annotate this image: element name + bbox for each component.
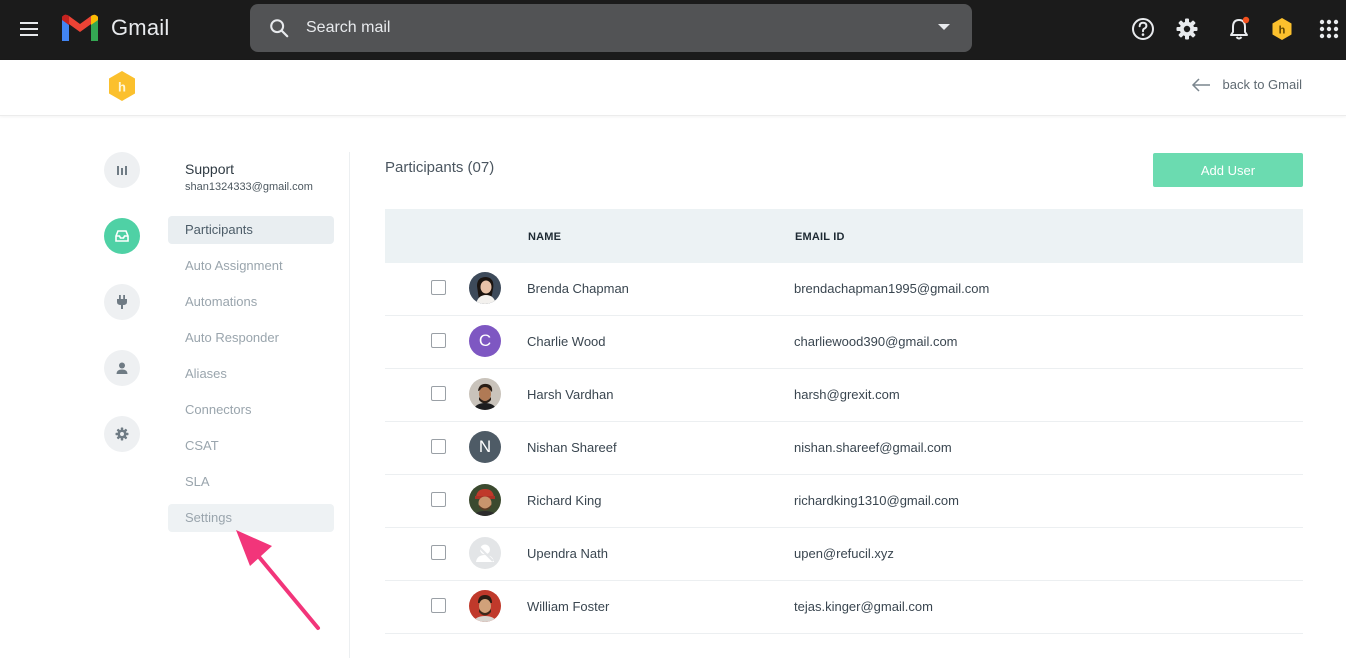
rail-inbox-button[interactable]: [104, 218, 140, 254]
participant-name: Brenda Chapman: [527, 281, 629, 296]
table-row[interactable]: N Nishan Shareef nishan.shareef@gmail.co…: [385, 422, 1303, 475]
sidebar-divider: [349, 152, 350, 658]
table-row[interactable]: Brenda Chapman brendachapman1995@gmail.c…: [385, 263, 1303, 316]
app-header: h back to Gmail: [0, 60, 1346, 116]
participant-email: harsh@grexit.com: [794, 387, 900, 402]
avatar: [469, 272, 501, 304]
back-to-gmail-link[interactable]: back to Gmail: [1191, 77, 1302, 92]
column-header-email: EMAIL ID: [795, 231, 845, 243]
nav-item-participants[interactable]: Participants: [168, 216, 334, 244]
nav-item-auto-assignment[interactable]: Auto Assignment: [168, 252, 334, 280]
annotation-arrow-icon: [236, 530, 320, 630]
help-icon[interactable]: [1130, 16, 1156, 42]
nav-item-connectors[interactable]: Connectors: [168, 396, 334, 424]
avatar: [469, 590, 501, 622]
person-icon: [116, 362, 128, 374]
row-checkbox[interactable]: [431, 598, 446, 613]
apps-grid-icon[interactable]: [1316, 16, 1342, 42]
row-checkbox[interactable]: [431, 439, 446, 454]
rail-integrations-button[interactable]: [104, 284, 140, 320]
table-row[interactable]: Harsh Vardhan harsh@grexit.com: [385, 369, 1303, 422]
person-placeholder-icon: [476, 544, 494, 562]
search-icon[interactable]: [268, 17, 290, 39]
participant-email: tejas.kinger@gmail.com: [794, 599, 933, 614]
rail-settings-button[interactable]: [104, 416, 140, 452]
gear-icon: [115, 427, 129, 441]
row-checkbox[interactable]: [431, 492, 446, 507]
menu-icon[interactable]: [18, 18, 42, 42]
inbox-icon: [115, 230, 129, 242]
search-input[interactable]: [306, 16, 906, 40]
add-user-button[interactable]: Add User: [1153, 153, 1303, 187]
nav-item-csat[interactable]: CSAT: [168, 432, 334, 460]
nav-item-aliases[interactable]: Aliases: [168, 360, 334, 388]
table-header: NAME EMAIL ID: [385, 209, 1303, 263]
search-bar[interactable]: [250, 4, 972, 52]
arrow-left-icon: [1191, 77, 1210, 92]
participant-name: Harsh Vardhan: [527, 387, 614, 402]
row-checkbox[interactable]: [431, 386, 446, 401]
bell-icon[interactable]: [1226, 16, 1252, 42]
avatar: N: [469, 431, 501, 463]
svg-text:h: h: [1279, 25, 1286, 37]
table-row[interactable]: C Charlie Wood charliewood390@gmail.com: [385, 316, 1303, 369]
avatar: [469, 484, 501, 516]
svg-text:h: h: [118, 80, 126, 95]
nav-item-sla[interactable]: SLA: [168, 468, 334, 496]
gear-icon[interactable]: [1174, 16, 1200, 42]
participant-email: brendachapman1995@gmail.com: [794, 281, 990, 296]
grexit-logo-icon[interactable]: h: [106, 70, 138, 102]
table-row[interactable]: Upendra Nath upen@refucil.xyz: [385, 528, 1303, 581]
notification-dot: [1242, 16, 1250, 24]
row-checkbox[interactable]: [431, 333, 446, 348]
participant-email: richardking1310@gmail.com: [794, 493, 959, 508]
participant-name: Nishan Shareef: [527, 440, 617, 455]
gmail-wordmark: Gmail: [111, 15, 170, 40]
workspace-email: shan1324333@gmail.com: [185, 181, 313, 193]
gmail-topbar: Gmail h: [0, 0, 1346, 60]
avatar: [469, 378, 501, 410]
page-title: Participants (07): [385, 159, 495, 176]
search-options-chevron-icon[interactable]: [938, 24, 950, 30]
plug-icon: [117, 295, 127, 309]
grexit-icon[interactable]: h: [1269, 16, 1295, 42]
row-checkbox[interactable]: [431, 280, 446, 295]
column-header-name: NAME: [528, 231, 562, 243]
bar-chart-icon: [117, 166, 127, 175]
participant-email: nishan.shareef@gmail.com: [794, 440, 952, 455]
nav-item-auto-responder[interactable]: Auto Responder: [168, 324, 334, 352]
table-row[interactable]: Richard King richardking1310@gmail.com: [385, 475, 1303, 528]
back-to-gmail-label: back to Gmail: [1222, 77, 1302, 92]
avatar: [469, 537, 501, 569]
row-checkbox[interactable]: [431, 545, 446, 560]
rail-analytics-button[interactable]: [104, 152, 140, 188]
avatar: C: [469, 325, 501, 357]
participant-email: charliewood390@gmail.com: [794, 334, 958, 349]
nav-item-automations[interactable]: Automations: [168, 288, 334, 316]
table-row[interactable]: William Foster tejas.kinger@gmail.com: [385, 581, 1303, 634]
participant-name: Upendra Nath: [527, 546, 608, 561]
participant-name: Richard King: [527, 493, 602, 508]
rail-contacts-button[interactable]: [104, 350, 140, 386]
gmail-logo-icon[interactable]: [60, 13, 100, 43]
workspace-name: Support: [185, 161, 235, 177]
participant-name: Charlie Wood: [527, 334, 606, 349]
participant-name: William Foster: [527, 599, 610, 614]
participant-email: upen@refucil.xyz: [794, 546, 894, 561]
